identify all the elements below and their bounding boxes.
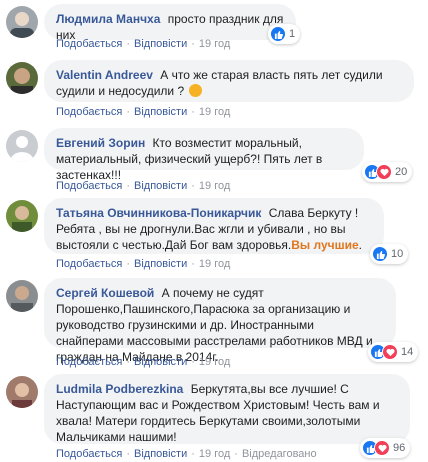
reply-button[interactable]: Відповісти xyxy=(134,106,187,118)
like-button[interactable]: Подобається xyxy=(56,356,122,368)
avatar[interactable] xyxy=(6,280,38,312)
timestamp[interactable]: 19 год xyxy=(199,356,230,368)
reply-button[interactable]: Відповісти xyxy=(134,356,187,368)
like-button[interactable]: Подобається xyxy=(56,448,122,460)
love-icon xyxy=(376,164,392,180)
like-button[interactable]: Подобається xyxy=(56,258,122,270)
reaction-count: 10 xyxy=(391,248,404,260)
like-button[interactable]: Подобається xyxy=(56,180,122,192)
author-name[interactable]: Valentin Andreev xyxy=(56,68,153,82)
like-button[interactable]: Подобається xyxy=(56,106,122,118)
avatar[interactable] xyxy=(6,200,38,232)
love-icon xyxy=(382,344,398,360)
comment-actions: Подобається · Відповісти · 19 год xyxy=(56,180,231,192)
comment-bubble: Евгений Зорин Кто возместит моральный, м… xyxy=(44,128,364,182)
timestamp[interactable]: 19 год xyxy=(199,38,230,50)
comment-bubble: Сергей Кошевой А почему не судят Порошен… xyxy=(44,278,396,364)
comment-text-end: . xyxy=(358,238,362,252)
comment-actions: Подобається · Відповісти · 19 год xyxy=(56,356,231,368)
timestamp[interactable]: 19 год xyxy=(199,448,230,460)
comment-bubble: Ludmila Podberezkina Беркутята,вы все лу… xyxy=(44,374,410,444)
author-name[interactable]: Татьяна Овчинникова-Поникарчик xyxy=(56,206,261,220)
reply-button[interactable]: Відповісти xyxy=(134,38,187,50)
comment-actions: Подобається · Відповісти · 19 год xyxy=(56,38,231,50)
comment-actions: Подобається · Відповісти · 19 год xyxy=(56,258,231,270)
reaction-count: 14 xyxy=(401,346,414,358)
avatar[interactable] xyxy=(6,62,38,94)
author-name[interactable]: Евгений Зорин xyxy=(56,136,145,150)
edited-label[interactable]: Відредаговано xyxy=(242,448,317,460)
reaction-count: 20 xyxy=(395,166,408,178)
timestamp[interactable]: 19 год xyxy=(199,180,230,192)
timestamp[interactable]: 19 год xyxy=(199,106,230,118)
reply-button[interactable]: Відповісти xyxy=(134,258,187,270)
comment-actions: Подобається · Відповісти · 19 год · Відредагов… xyxy=(56,448,317,460)
smile-emoji-icon xyxy=(189,84,203,97)
comment-bubble: Людмила Манчха просто праздник для них xyxy=(44,4,296,42)
reaction-summary[interactable]: 10 xyxy=(370,244,409,264)
author-name[interactable]: Ludmila Podberezkina xyxy=(56,382,183,396)
avatar[interactable] xyxy=(6,130,38,162)
like-icon xyxy=(270,26,286,42)
reaction-summary[interactable]: 20 xyxy=(362,162,413,182)
reaction-summary[interactable]: 14 xyxy=(368,342,419,362)
avatar[interactable] xyxy=(6,376,38,408)
timestamp[interactable]: 19 год xyxy=(199,258,230,270)
reaction-summary[interactable]: 1 xyxy=(268,24,301,44)
reaction-count: 1 xyxy=(289,28,296,40)
love-icon xyxy=(374,440,390,456)
author-name[interactable]: Сергей Кошевой xyxy=(56,286,154,300)
reaction-summary[interactable]: 96 xyxy=(360,438,411,458)
like-icon xyxy=(372,246,388,262)
like-button[interactable]: Подобається xyxy=(56,38,122,50)
highlighted-text: Вы лучшие xyxy=(291,238,359,252)
reply-button[interactable]: Відповісти xyxy=(134,180,187,192)
comment-bubble: Valentin Andreev А что же старая власть … xyxy=(44,60,414,102)
comment-actions: Подобається · Відповісти · 19 год xyxy=(56,106,231,118)
author-name[interactable]: Людмила Манчха xyxy=(56,12,160,26)
reaction-count: 96 xyxy=(393,442,406,454)
avatar[interactable] xyxy=(6,6,38,38)
reply-button[interactable]: Відповісти xyxy=(134,448,187,460)
comment-bubble: Татьяна Овчинникова-Поникарчик Слава Бер… xyxy=(44,198,384,254)
